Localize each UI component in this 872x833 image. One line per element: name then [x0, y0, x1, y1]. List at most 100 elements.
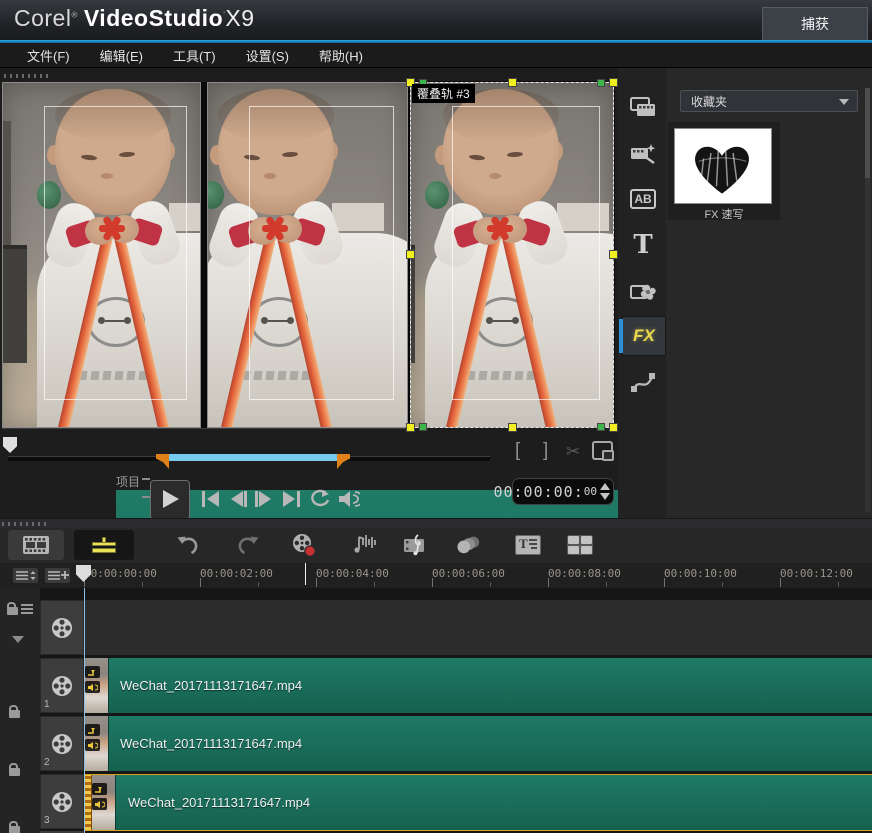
enlarge-preview-button[interactable] [592, 441, 613, 460]
timeline-clip-selected[interactable]: WeChat_20171113171647.mp4 [84, 774, 872, 831]
track-lock-icon[interactable] [9, 710, 20, 718]
overlay-track-header-button[interactable]: 2 [40, 716, 84, 771]
project-mode-label[interactable]: 项目 [116, 473, 140, 490]
scrubber-playhead[interactable] [3, 437, 17, 453]
filter-tab-selected[interactable]: FX [622, 316, 666, 356]
redo-button[interactable] [234, 532, 262, 558]
timeline-view-button-selected[interactable] [74, 530, 134, 560]
track-lane[interactable]: WeChat_20171113171647.mp4 [84, 658, 872, 713]
track-lock-icon[interactable] [9, 768, 20, 776]
spinner-up-icon[interactable] [600, 483, 610, 490]
distort-handle-green[interactable] [419, 423, 427, 431]
media-library-tab[interactable] [622, 88, 664, 126]
timeline-ruler[interactable]: 00:00:00:00 00:00:02:00 00:00:04:00 00:0… [0, 563, 872, 589]
overlay-track-header-button[interactable]: 1 [40, 658, 84, 713]
menu-settings[interactable]: 设置(S) [231, 46, 304, 65]
mark-out-button[interactable]: ] [543, 440, 548, 462]
track-lane[interactable]: WeChat_20171113171647.mp4 [84, 716, 872, 771]
resize-handle-se[interactable] [609, 423, 618, 432]
split-screen-creator-button[interactable] [566, 532, 594, 558]
next-frame-button[interactable] [252, 488, 276, 510]
transition-tab[interactable]: AB [622, 180, 664, 218]
auto-music-button[interactable] [402, 532, 430, 558]
audio-badge-icon [85, 681, 100, 693]
clip-thumbnail [84, 658, 109, 713]
title-tab[interactable]: T [622, 226, 664, 264]
distort-handle-green[interactable] [597, 423, 605, 431]
distort-handle-green[interactable] [597, 79, 605, 87]
gallery-dropdown[interactable]: 收藏夹 [680, 90, 858, 112]
storyboard-view-button[interactable] [8, 530, 64, 560]
library-item-thumbnail[interactable] [674, 128, 772, 204]
ruler-tick-label: 00:00:00:00 [84, 567, 157, 580]
go-start-button[interactable] [198, 488, 222, 510]
resize-handle-sw[interactable] [406, 423, 415, 432]
add-track-button[interactable] [44, 567, 71, 584]
timeline-clip[interactable]: WeChat_20171113171647.mp4 [84, 658, 872, 713]
timecode-spinner[interactable] [600, 483, 610, 501]
subtitle-editor-button[interactable]: T [514, 532, 542, 558]
trim-range-bar[interactable] [168, 454, 338, 461]
motion-path-icon [629, 369, 657, 395]
resize-handle-n[interactable] [508, 78, 517, 87]
trim-end-handle[interactable] [337, 454, 350, 469]
sound-mixer-button[interactable] [350, 532, 378, 558]
video-track-header-button[interactable] [40, 600, 84, 655]
play-button[interactable] [150, 480, 190, 520]
ruler-scale[interactable]: 00:00:00:00 00:00:02:00 00:00:04:00 00:0… [76, 563, 872, 587]
spinner-down-icon[interactable] [600, 493, 610, 500]
resize-handle-e[interactable] [609, 250, 618, 259]
preview-pane-1[interactable] [2, 82, 201, 428]
timeline-clip[interactable]: WeChat_20171113171647.mp4 [84, 716, 872, 771]
empty-track-lane[interactable] [84, 600, 872, 655]
preview-pane-2[interactable] [207, 82, 408, 428]
overlay-selection-marquee[interactable] [410, 82, 614, 428]
undo-button[interactable] [174, 532, 202, 558]
split-clip-scissors-button[interactable]: ✂ [566, 442, 580, 462]
ruler-tick-label: 00:00:08:00 [548, 567, 621, 580]
lock-all-tracks-icon[interactable] [7, 607, 18, 615]
title-t-glyph: T [633, 230, 652, 260]
mode-tick [142, 478, 150, 480]
track-manager-button[interactable] [12, 567, 39, 584]
timecode-display: 00:00:00:00 [512, 478, 614, 505]
graphics-tab[interactable] [622, 272, 664, 310]
collapse-tracks-arrow[interactable] [12, 636, 24, 643]
track-lane[interactable]: WeChat_20171113171647.mp4 [84, 774, 872, 829]
ruler-cue-marker [305, 563, 306, 585]
library-scrollbar[interactable] [865, 88, 870, 512]
motion-tracking-button[interactable] [454, 532, 482, 558]
graphics-icon [629, 278, 657, 304]
mark-in-button[interactable]: [ [515, 440, 520, 462]
volume-button[interactable] [336, 488, 360, 510]
motion-path-tab[interactable] [622, 363, 664, 401]
repeat-button[interactable] [308, 488, 332, 510]
clip-trim-handle[interactable] [84, 775, 92, 830]
menu-help[interactable]: 帮助(H) [304, 46, 378, 65]
panel-drag-handle[interactable] [4, 74, 48, 78]
instant-project-tab[interactable] [622, 134, 664, 172]
menu-file[interactable]: 文件(F) [12, 46, 85, 65]
film-reel-icon [50, 790, 74, 814]
scrollbar-thumb[interactable] [865, 88, 870, 178]
resize-handle-s[interactable] [508, 423, 517, 432]
capture-tab[interactable]: 捕获 [762, 7, 868, 41]
trim-start-handle[interactable] [156, 454, 169, 469]
track-number: 3 [44, 815, 50, 826]
go-end-button[interactable] [280, 488, 304, 510]
menu-edit[interactable]: 编辑(E) [85, 46, 158, 65]
preview-pane-3-selected[interactable]: 覆叠轨 #3 [410, 82, 614, 428]
track-lock-icon[interactable] [9, 826, 20, 833]
track-number: 1 [44, 699, 50, 710]
overlay-track-header-button[interactable]: 3 [40, 774, 84, 829]
resize-handle-ne[interactable] [609, 78, 618, 87]
record-capture-button[interactable] [290, 532, 318, 558]
title-bar: Corel®VideoStudio’X9 捕获 [0, 0, 872, 40]
mode-tick [142, 496, 150, 498]
resize-handle-w[interactable] [406, 250, 415, 259]
audio-badge-icon [85, 739, 100, 751]
previous-frame-button[interactable] [226, 488, 250, 510]
track-list-icon[interactable] [21, 604, 33, 615]
menu-tools[interactable]: 工具(T) [158, 46, 231, 65]
divider-drag-handle[interactable] [2, 522, 46, 526]
